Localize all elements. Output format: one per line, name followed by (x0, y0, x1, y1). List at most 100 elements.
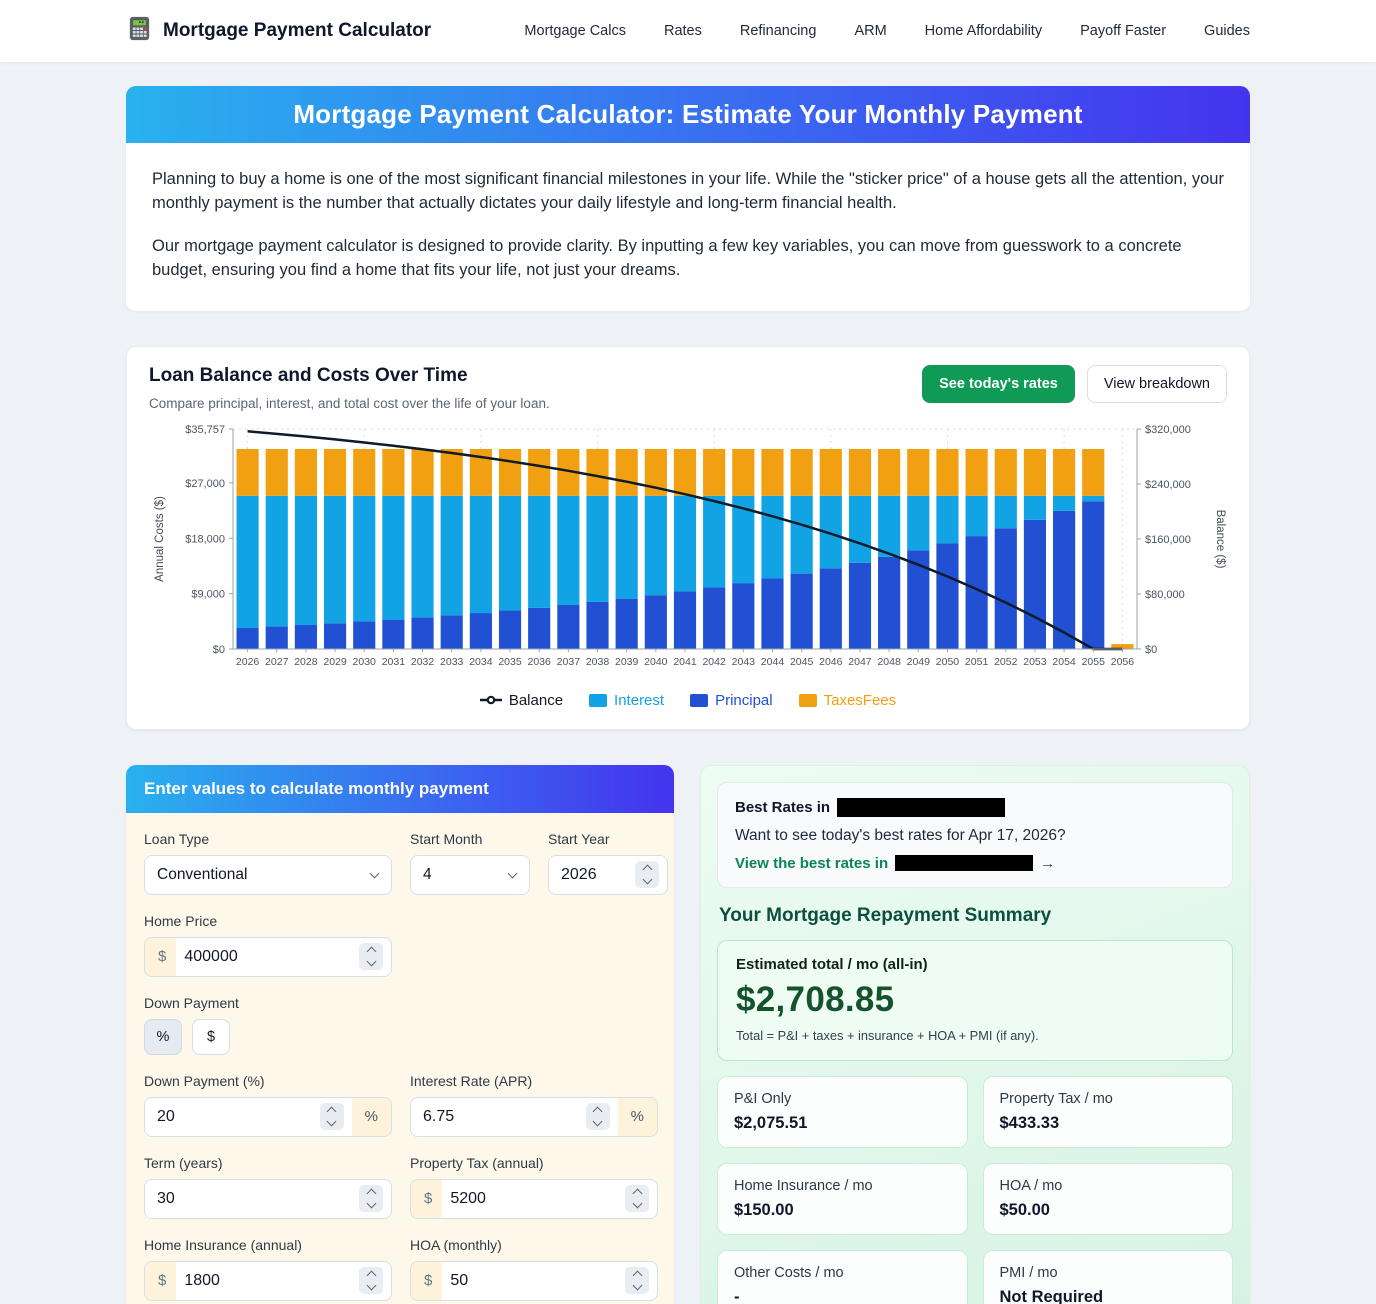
redacted-location (895, 855, 1033, 871)
legend-item-interest[interactable]: Interest (589, 692, 664, 709)
nav-refinancing[interactable]: Refinancing (740, 23, 817, 39)
balance-line-icon (480, 694, 502, 706)
down-payment-percent-toggle[interactable]: % (144, 1019, 182, 1055)
nav-home-affordability[interactable]: Home Affordability (925, 23, 1042, 39)
term-label: Term (years) (144, 1155, 392, 1171)
chart-title: Loan Balance and Costs Over Time (149, 365, 550, 387)
chart-canvas: $0$9,000$18,000$27,000$35,757$0$80,000$1… (149, 415, 1229, 687)
number-stepper[interactable] (625, 1267, 649, 1294)
nav-mortgage-calcs[interactable]: Mortgage Calcs (524, 23, 626, 39)
svg-text:2031: 2031 (382, 656, 406, 668)
see-todays-rates-button[interactable]: See today's rates (922, 365, 1075, 403)
intro-paragraph-1: Planning to buy a home is one of the mos… (152, 167, 1224, 216)
term-input[interactable] (145, 1180, 351, 1218)
property-tax-card: Property Tax / mo $433.33 (983, 1076, 1234, 1148)
legend-label-taxesfees: TaxesFees (824, 692, 897, 709)
intro-paragraph-2: Our mortgage payment calculator is desig… (152, 234, 1224, 283)
number-stepper[interactable] (320, 1103, 344, 1130)
property-tax-input[interactable] (442, 1180, 617, 1218)
number-stepper[interactable] (625, 1185, 649, 1212)
chart-legend: Balance Interest Principal TaxesFees (149, 692, 1227, 709)
number-stepper[interactable] (359, 1185, 383, 1212)
start-year-label: Start Year (548, 831, 668, 847)
number-stepper[interactable] (635, 861, 659, 888)
svg-text:2027: 2027 (265, 656, 289, 668)
percent-suffix: % (352, 1098, 391, 1136)
loan-type-select[interactable]: Conventional (144, 855, 392, 895)
svg-text:Annual Costs ($): Annual Costs ($) (154, 496, 166, 582)
percent-suffix: % (618, 1098, 657, 1136)
nav-payoff-faster[interactable]: Payoff Faster (1080, 23, 1166, 39)
svg-text:2035: 2035 (498, 656, 522, 668)
dollar-prefix: $ (145, 1262, 176, 1300)
home-insurance-label: Home Insurance (annual) (144, 1237, 392, 1253)
svg-text:$240,000: $240,000 (1145, 479, 1191, 491)
interest-rate-label: Interest Rate (APR) (410, 1073, 658, 1089)
down-payment-label: Down Payment (144, 995, 656, 1011)
legend-label-balance: Balance (509, 692, 563, 709)
svg-text:$27,000: $27,000 (185, 478, 225, 490)
dollar-prefix: $ (411, 1262, 442, 1300)
brand: Mortgage Payment Calculator (126, 15, 431, 47)
legend-item-taxesfees[interactable]: TaxesFees (799, 692, 897, 709)
calculator-icon (126, 15, 153, 47)
loan-type-label: Loan Type (144, 831, 392, 847)
home-price-label: Home Price (144, 913, 392, 929)
pi-only-card: P&I Only $2,075.51 (717, 1076, 968, 1148)
number-stepper[interactable] (359, 943, 383, 970)
svg-text:2049: 2049 (907, 656, 931, 668)
svg-text:$9,000: $9,000 (191, 588, 225, 600)
start-month-label: Start Month (410, 831, 530, 847)
nav-arm[interactable]: ARM (854, 23, 886, 39)
other-costs-card: Other Costs / mo - (717, 1250, 968, 1304)
hoa-card: HOA / mo $50.00 (983, 1163, 1234, 1235)
legend-label-interest: Interest (614, 692, 664, 709)
svg-text:2043: 2043 (732, 656, 756, 668)
hoa-field: $ (410, 1261, 658, 1301)
total-value: $2,708.85 (736, 980, 1214, 1020)
view-breakdown-button[interactable]: View breakdown (1087, 365, 1227, 403)
svg-text:2050: 2050 (936, 656, 960, 668)
svg-text:Balance ($): Balance ($) (1214, 509, 1226, 568)
number-stepper[interactable] (586, 1103, 610, 1130)
term-field (144, 1179, 392, 1219)
svg-text:2042: 2042 (702, 656, 726, 668)
view-best-rates-link[interactable]: View the best rates in → (735, 855, 1215, 872)
nav-rates[interactable]: Rates (664, 23, 702, 39)
home-insurance-input[interactable] (176, 1262, 351, 1300)
page-title: Mortgage Payment Calculator: Estimate Yo… (293, 99, 1082, 130)
interest-swatch-icon (589, 694, 607, 707)
svg-text:2048: 2048 (877, 656, 901, 668)
intro-card: Planning to buy a home is one of the mos… (126, 143, 1250, 311)
home-insurance-field: $ (144, 1261, 392, 1301)
legend-item-balance[interactable]: Balance (480, 692, 563, 709)
nav-guides[interactable]: Guides (1204, 23, 1250, 39)
down-payment-dollar-toggle[interactable]: $ (192, 1019, 230, 1055)
interest-rate-input[interactable] (411, 1098, 578, 1136)
svg-text:2056: 2056 (1111, 656, 1135, 668)
chevron-down-icon (370, 868, 380, 878)
property-tax-label: Property Tax (annual) (410, 1155, 658, 1171)
start-month-select[interactable]: 4 (410, 855, 530, 895)
hoa-label: HOA (monthly) (410, 1237, 658, 1253)
svg-text:2030: 2030 (353, 656, 377, 668)
svg-text:$320,000: $320,000 (1145, 424, 1191, 436)
legend-item-principal[interactable]: Principal (690, 692, 773, 709)
top-navigation-bar: Mortgage Payment Calculator Mortgage Cal… (0, 0, 1376, 63)
svg-text:$160,000: $160,000 (1145, 534, 1191, 546)
svg-text:2032: 2032 (411, 656, 435, 668)
start-year-input[interactable] (549, 856, 627, 894)
estimated-total-card: Estimated total / mo (all-in) $2,708.85 … (717, 940, 1233, 1061)
svg-text:$0: $0 (213, 644, 225, 656)
svg-text:2039: 2039 (615, 656, 639, 668)
down-payment-pct-input[interactable] (145, 1098, 312, 1136)
svg-text:$18,000: $18,000 (185, 533, 225, 545)
best-rates-question: Want to see today's best rates for Apr 1… (735, 827, 1215, 845)
down-payment-pct-label: Down Payment (%) (144, 1073, 392, 1089)
home-price-input[interactable] (176, 938, 351, 976)
summary-panel: Best Rates in Want to see today's best r… (700, 765, 1250, 1304)
taxesfees-swatch-icon (799, 694, 817, 707)
hoa-input[interactable] (442, 1262, 617, 1300)
number-stepper[interactable] (359, 1267, 383, 1294)
dollar-prefix: $ (145, 938, 176, 976)
